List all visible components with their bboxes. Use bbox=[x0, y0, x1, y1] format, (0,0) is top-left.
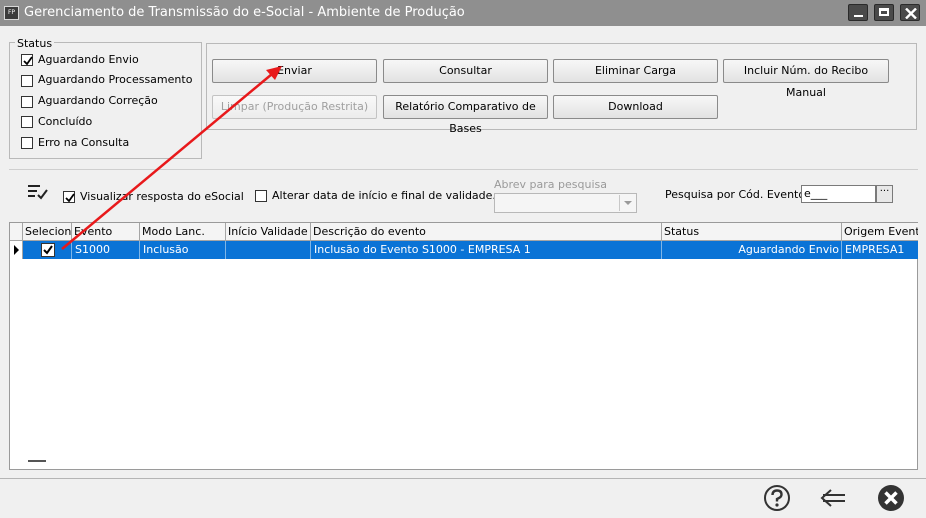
grid-corner bbox=[10, 223, 23, 241]
check-list-icon[interactable] bbox=[25, 181, 49, 203]
eliminar-carga-button[interactable]: Eliminar Carga bbox=[553, 59, 718, 83]
table-cell-origem[interactable]: EMPRESA1 bbox=[842, 241, 918, 259]
divider bbox=[0, 478, 926, 479]
status-group-title: Status bbox=[15, 37, 55, 50]
incluir-recibo-button[interactable]: Incluir Núm. do Recibo Manual bbox=[723, 59, 889, 99]
row-indicator bbox=[10, 241, 23, 259]
abrev-pesquisa-combo[interactable] bbox=[494, 193, 637, 213]
status-label-aguardando-correcao: Aguardando Correção bbox=[38, 94, 158, 107]
table-cell-modo-lanc[interactable]: Inclusão bbox=[140, 241, 226, 259]
table-cell-evento[interactable]: S1000 bbox=[72, 241, 140, 259]
consultar-button[interactable]: Consultar bbox=[383, 59, 548, 83]
column-header-status[interactable]: Status bbox=[662, 223, 842, 241]
status-checkbox-erro-na-consulta[interactable] bbox=[21, 137, 33, 149]
alterar-data-label: Alterar data de início e final de valida… bbox=[272, 189, 496, 202]
window-title: Gerenciamento de Transmissão do e-Social… bbox=[24, 5, 465, 20]
app-icon: FP bbox=[4, 6, 19, 20]
column-header-evento[interactable]: Evento bbox=[72, 223, 140, 241]
pesquisa-codigo-label: Pesquisa por Cód. Evento: bbox=[665, 188, 809, 201]
table-cell-inicio-validade[interactable] bbox=[226, 241, 311, 259]
status-label-concluido: Concluído bbox=[38, 115, 93, 128]
status-label-aguardando-processamento: Aguardando Processamento bbox=[38, 73, 193, 86]
close-circle-icon[interactable] bbox=[876, 483, 906, 513]
close-window-button[interactable] bbox=[900, 4, 920, 21]
checkmark-icon bbox=[65, 193, 75, 203]
enviar-button[interactable]: Enviar bbox=[212, 59, 377, 83]
status-label-aguardando-envio: Aguardando Envio bbox=[38, 53, 139, 66]
abrev-pesquisa-label: Abrev para pesquisa bbox=[494, 178, 608, 191]
column-header-modo-lanc[interactable]: Modo Lanc. bbox=[140, 223, 226, 241]
pesquisa-codigo-input[interactable]: e___ bbox=[801, 185, 876, 203]
status-checkbox-aguardando-envio[interactable] bbox=[21, 54, 33, 66]
alterar-data-checkbox[interactable] bbox=[255, 190, 267, 202]
maximize-button[interactable] bbox=[874, 4, 894, 21]
events-grid[interactable]: Seleciona Evento Modo Lanc. Início Valid… bbox=[9, 222, 918, 470]
download-button[interactable]: Download bbox=[553, 95, 718, 119]
status-label-erro-na-consulta: Erro na Consulta bbox=[38, 136, 130, 149]
relatorio-comparativo-button[interactable]: Relatório Comparativo de Bases bbox=[383, 95, 548, 135]
checkmark-icon bbox=[43, 245, 53, 255]
back-arrow-icon[interactable] bbox=[818, 483, 848, 513]
chevron-down-icon[interactable] bbox=[619, 195, 635, 211]
table-cell-descricao[interactable]: Inclusão do Evento S1000 - EMPRESA 1 bbox=[311, 241, 662, 259]
grid-footer-marker bbox=[28, 460, 46, 462]
column-header-origem[interactable]: Origem Evento bbox=[842, 223, 918, 241]
row-pointer-icon bbox=[14, 245, 19, 255]
status-checkbox-concluido[interactable] bbox=[21, 116, 33, 128]
visualizar-resposta-checkbox[interactable] bbox=[63, 191, 75, 203]
column-header-seleciona[interactable]: Seleciona bbox=[23, 223, 72, 241]
table-cell-status[interactable]: Aguardando Envio bbox=[662, 241, 842, 259]
divider bbox=[9, 169, 918, 170]
close-icon bbox=[905, 8, 917, 19]
status-checkbox-aguardando-correcao[interactable] bbox=[21, 96, 33, 108]
ellipsis-button[interactable]: ··· bbox=[876, 185, 893, 203]
checkmark-icon bbox=[23, 56, 33, 66]
column-header-descricao[interactable]: Descrição do evento bbox=[311, 223, 662, 241]
row-select-checkbox[interactable] bbox=[41, 243, 55, 257]
help-icon[interactable] bbox=[762, 483, 792, 513]
status-checkbox-aguardando-processamento[interactable] bbox=[21, 75, 33, 87]
minimize-button[interactable] bbox=[848, 4, 868, 21]
visualizar-resposta-label: Visualizar resposta do eSocial bbox=[80, 190, 244, 203]
column-header-inicio-validade[interactable]: Início Validade bbox=[226, 223, 311, 241]
limpar-button: Limpar (Produção Restrita) bbox=[212, 95, 377, 119]
